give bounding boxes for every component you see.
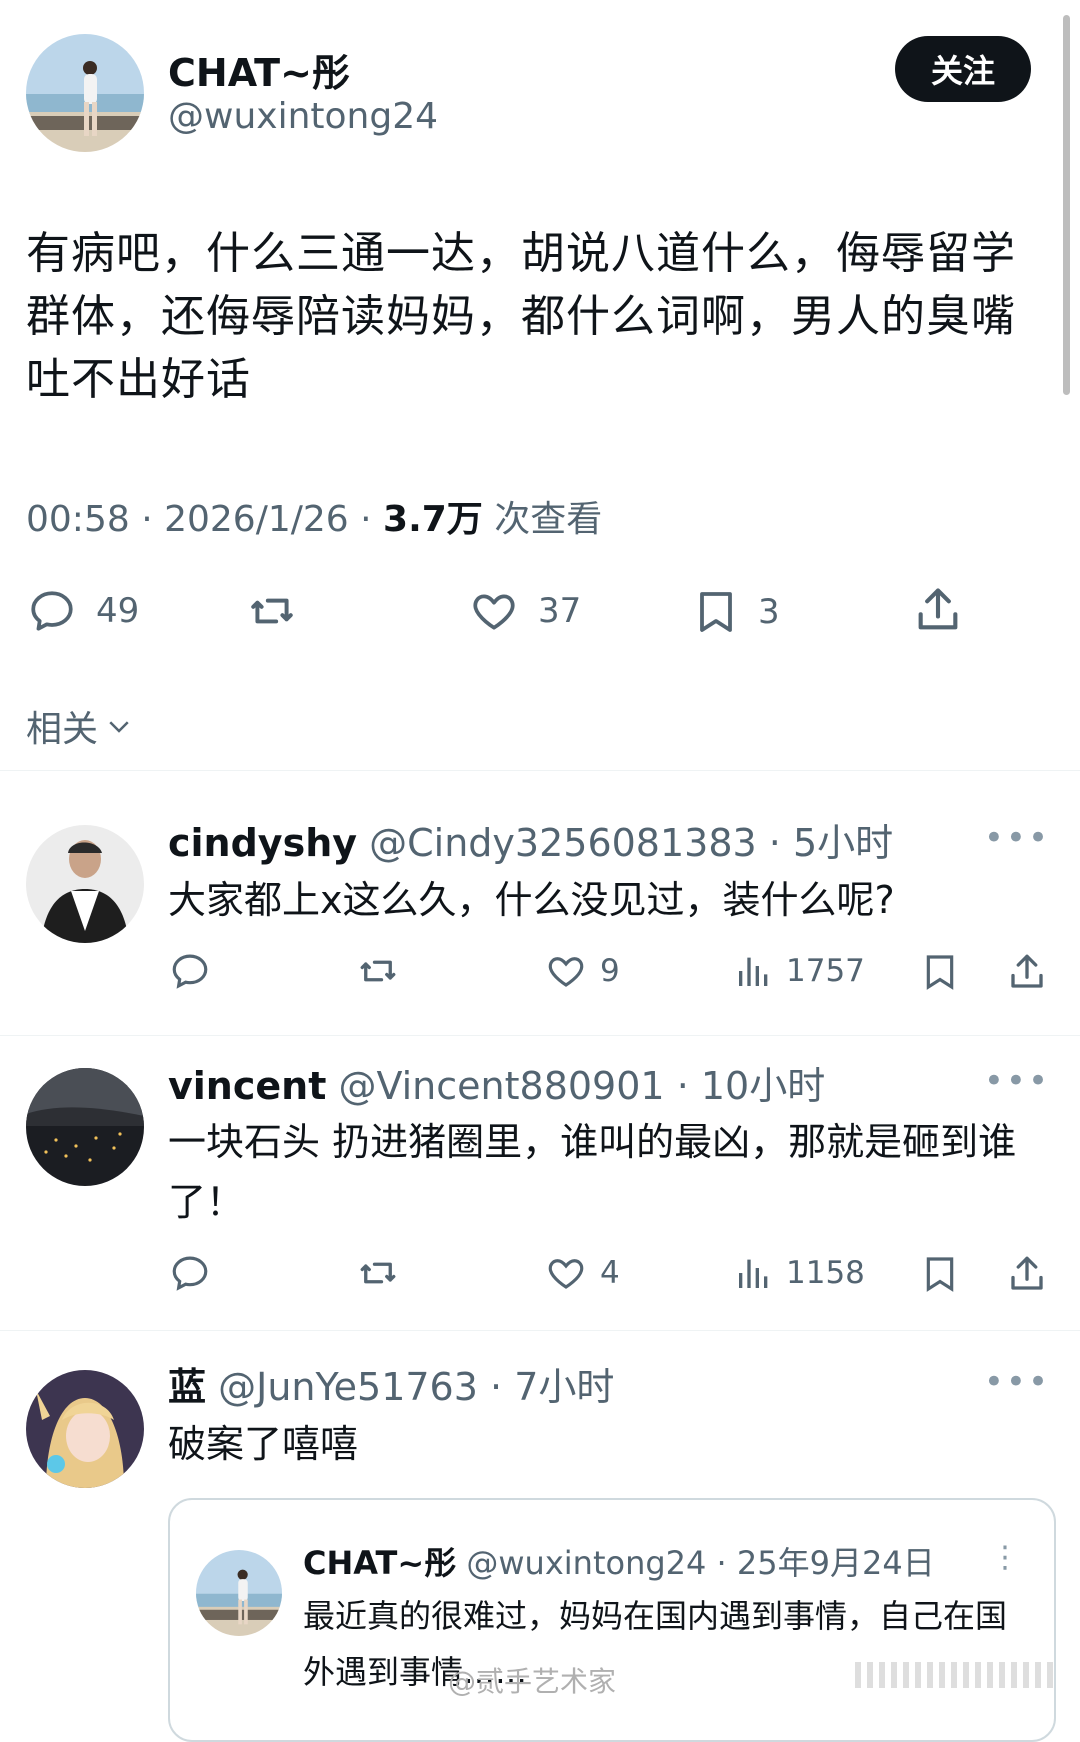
more-options-button[interactable]: •••	[984, 818, 1050, 858]
like-count: 37	[538, 591, 582, 631]
post-date: 2026/1/26	[164, 499, 349, 540]
user-handle[interactable]: @wuxintong24	[168, 96, 438, 137]
retweet-button[interactable]	[354, 1252, 402, 1294]
like-button[interactable]: 9	[544, 950, 620, 992]
divider	[0, 1035, 1080, 1036]
share-icon	[918, 588, 958, 630]
comment-actions: 4 1158	[168, 1252, 1048, 1302]
views-label: 次查看	[494, 499, 603, 540]
comment-avatar[interactable]	[26, 825, 144, 943]
comment-name[interactable]: cindyshy	[168, 821, 357, 865]
quoted-avatar	[196, 1550, 282, 1636]
reply-icon	[172, 1256, 208, 1291]
display-name[interactable]: CHAT~彤	[168, 42, 350, 97]
comment-time: 5小时	[792, 821, 894, 865]
retweet-icon	[251, 598, 293, 624]
comment-name[interactable]: 蓝	[168, 1365, 206, 1409]
reply-icon	[172, 954, 208, 989]
retweet-button[interactable]	[244, 586, 300, 636]
bookmark-icon	[926, 955, 954, 990]
post-actions: 49 37 3	[0, 578, 1080, 642]
comment-text: 一块石头 扔进猪圈里，谁叫的最凶，那就是砸到谁了！	[168, 1120, 1017, 1224]
bookmark-button[interactable]	[920, 1252, 960, 1296]
comment-header: vincent @Vincent880901 · 10小时	[168, 1064, 826, 1108]
share-icon	[1011, 954, 1043, 988]
scrollbar[interactable]	[1063, 15, 1070, 395]
share-button[interactable]	[912, 584, 964, 636]
quoted-header: CHAT~彤 @wuxintong24 · 25年9月24日	[303, 1544, 935, 1582]
comment-header: cindyshy @Cindy3256081383 · 5小时	[168, 821, 894, 865]
view-count: 1158	[786, 1255, 865, 1291]
comment-name[interactable]: vincent	[168, 1064, 326, 1108]
views-button[interactable]: 1158	[734, 1252, 865, 1294]
more-options-button[interactable]: •••	[984, 1061, 1050, 1101]
post-meta: 00:58 · 2026/1/26 · 3.7万 次查看	[26, 499, 603, 540]
comment-text: 破案了嘻嘻	[168, 1422, 359, 1466]
comment-avatar[interactable]	[26, 1068, 144, 1186]
reply-button[interactable]: 49	[26, 586, 139, 636]
more-options-button[interactable]: •••	[984, 1362, 1050, 1402]
like-button[interactable]: 4	[544, 1252, 620, 1294]
analytics-icon	[739, 1259, 768, 1288]
heart-icon	[473, 594, 515, 630]
divider	[0, 1330, 1080, 1331]
more-options-icon[interactable]: ⋮	[990, 1540, 1020, 1575]
comment-actions: 9 1757	[168, 950, 1048, 1000]
retweet-button[interactable]	[354, 950, 402, 992]
like-count: 9	[600, 953, 620, 989]
heart-icon	[548, 1259, 584, 1289]
view-count: 1757	[786, 953, 865, 989]
share-button[interactable]	[1006, 1252, 1048, 1296]
heart-icon	[548, 957, 584, 987]
comment-avatar[interactable]	[26, 1370, 144, 1488]
share-button[interactable]	[1006, 950, 1048, 994]
reply-count: 49	[96, 591, 140, 631]
comment-header: 蓝 @JunYe51763 · 7小时	[168, 1365, 615, 1409]
reply-button[interactable]	[168, 1252, 212, 1294]
reply-icon	[31, 591, 73, 631]
watermark: @贰手艺术家	[448, 1665, 617, 1698]
like-button[interactable]: 37	[468, 586, 581, 636]
watermark-decoration	[855, 1662, 1055, 1688]
retweet-icon	[360, 1262, 396, 1284]
bookmark-count: 3	[758, 592, 780, 632]
comment-handle[interactable]: @JunYe51763	[218, 1365, 478, 1409]
comment-text: 大家都上x这么久，什么没见过，装什么呢?	[168, 878, 895, 922]
comment-handle[interactable]: @Vincent880901	[338, 1064, 664, 1108]
main-avatar[interactable]	[26, 34, 144, 152]
quoted-handle: @wuxintong24	[466, 1544, 707, 1582]
comment-time: 10小时	[700, 1064, 826, 1108]
bookmark-button[interactable]: 3	[692, 586, 780, 638]
quoted-post[interactable]: CHAT~彤 @wuxintong24 · 25年9月24日 ⋮ 最近真的很难过…	[168, 1498, 1056, 1742]
quoted-date: 25年9月24日	[736, 1544, 935, 1582]
post-text: 有病吧，什么三通一达，胡说八道什么，侮辱留学群体，还侮辱陪读妈妈，都什么词啊，男…	[26, 228, 1016, 405]
chevron-down-icon	[109, 721, 129, 733]
bookmark-icon	[700, 592, 732, 632]
post-time: 00:58	[26, 499, 130, 540]
analytics-icon	[739, 957, 768, 986]
related-toggle[interactable]: 相关	[26, 700, 134, 752]
quoted-name: CHAT~彤	[303, 1544, 457, 1582]
retweet-icon	[360, 960, 396, 982]
like-count: 4	[600, 1255, 620, 1291]
bookmark-button[interactable]	[920, 950, 960, 994]
related-label: 相关	[26, 709, 99, 750]
divider	[0, 770, 1080, 771]
comment-handle[interactable]: @Cindy3256081383	[369, 821, 757, 865]
views-button[interactable]: 1757	[734, 950, 865, 992]
comment-time: 7小时	[514, 1365, 615, 1409]
reply-button[interactable]	[168, 950, 212, 992]
bookmark-icon	[926, 1257, 954, 1292]
view-count: 3.7万	[383, 499, 483, 540]
follow-button[interactable]: 关注	[895, 36, 1031, 102]
share-icon	[1011, 1256, 1043, 1290]
